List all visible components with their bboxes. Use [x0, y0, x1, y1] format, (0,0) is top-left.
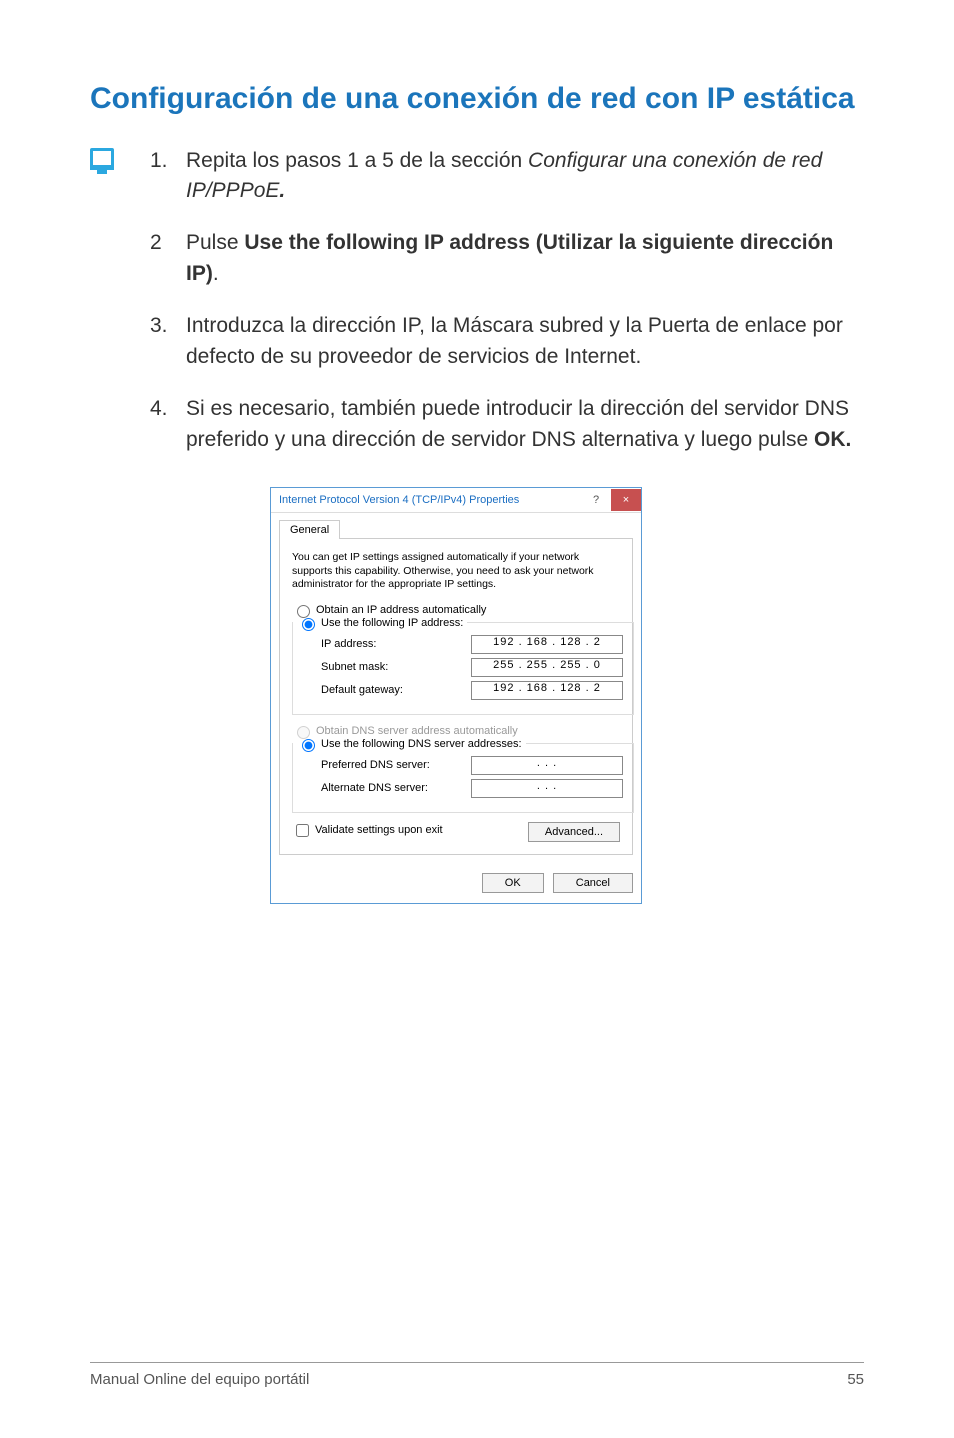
validate-checkbox[interactable] — [296, 824, 309, 837]
radio-use-dns-label: Use the following DNS server addresses: — [321, 738, 522, 750]
static-ip-group: Use the following IP address: IP address… — [292, 622, 634, 715]
step-body: Si es necesario, también puede introduci… — [186, 394, 864, 455]
step-body: Introduzca la dirección IP, la Máscara s… — [186, 311, 864, 372]
subnet-mask-input[interactable]: 255 . 255 . 255 . 0 — [471, 658, 623, 677]
page-footer: Manual Online del equipo portátil 55 — [90, 1362, 864, 1388]
steps-list: 1. Repita los pasos 1 a 5 de la sección … — [150, 146, 864, 478]
step-number: 2 — [150, 228, 186, 289]
alternate-dns-label: Alternate DNS server: — [303, 782, 471, 794]
step-4: 4. Si es necesario, también puede introd… — [150, 394, 864, 455]
step-1: 1. Repita los pasos 1 a 5 de la sección … — [150, 146, 864, 207]
radio-obtain-dns-label: Obtain DNS server address automatically — [316, 725, 518, 737]
ip-address-label: IP address: — [303, 638, 471, 650]
step-body: Pulse Use the following IP address (Util… — [186, 228, 864, 289]
step-number: 4. — [150, 394, 186, 455]
step-3: 3. Introduzca la dirección IP, la Máscar… — [150, 311, 864, 372]
cancel-button[interactable]: Cancel — [553, 873, 633, 893]
page-number: 55 — [847, 1371, 864, 1388]
close-button[interactable]: × — [611, 489, 641, 511]
step-body: Repita los pasos 1 a 5 de la sección Con… — [186, 146, 864, 207]
radio-use-ip-label: Use the following IP address: — [321, 617, 463, 629]
validate-label: Validate settings upon exit — [315, 824, 443, 836]
tab-general[interactable]: General — [279, 520, 340, 539]
ipv4-properties-dialog: Internet Protocol Version 4 (TCP/IPv4) P… — [270, 487, 642, 904]
help-button[interactable]: ? — [581, 489, 611, 511]
default-gateway-input[interactable]: 192 . 168 . 128 . 2 — [471, 681, 623, 700]
alternate-dns-input[interactable]: . . . — [471, 779, 623, 798]
radio-obtain-dns — [297, 726, 310, 739]
ok-button[interactable]: OK — [482, 873, 544, 893]
footer-title: Manual Online del equipo portátil — [90, 1371, 309, 1388]
subnet-mask-label: Subnet mask: — [303, 661, 471, 673]
dialog-titlebar: Internet Protocol Version 4 (TCP/IPv4) P… — [271, 488, 641, 513]
preferred-dns-input[interactable]: . . . — [471, 756, 623, 775]
monitor-icon — [90, 148, 114, 170]
advanced-button[interactable]: Advanced... — [528, 822, 620, 842]
radio-obtain-ip-label: Obtain an IP address automatically — [316, 604, 486, 616]
ip-address-input[interactable]: 192 . 168 . 128 . 2 — [471, 635, 623, 654]
step-2: 2 Pulse Use the following IP address (Ut… — [150, 228, 864, 289]
dialog-title: Internet Protocol Version 4 (TCP/IPv4) P… — [279, 494, 519, 506]
static-dns-group: Use the following DNS server addresses: … — [292, 743, 634, 813]
step-number: 1. — [150, 146, 186, 207]
step-number: 3. — [150, 311, 186, 372]
default-gateway-label: Default gateway: — [303, 684, 471, 696]
preferred-dns-label: Preferred DNS server: — [303, 759, 471, 771]
radio-obtain-ip[interactable] — [297, 605, 310, 618]
radio-use-ip[interactable] — [302, 618, 315, 631]
dialog-description: You can get IP settings assigned automat… — [292, 551, 620, 592]
section-title: Configuración de una conexión de red con… — [90, 80, 864, 118]
radio-use-dns[interactable] — [302, 739, 315, 752]
